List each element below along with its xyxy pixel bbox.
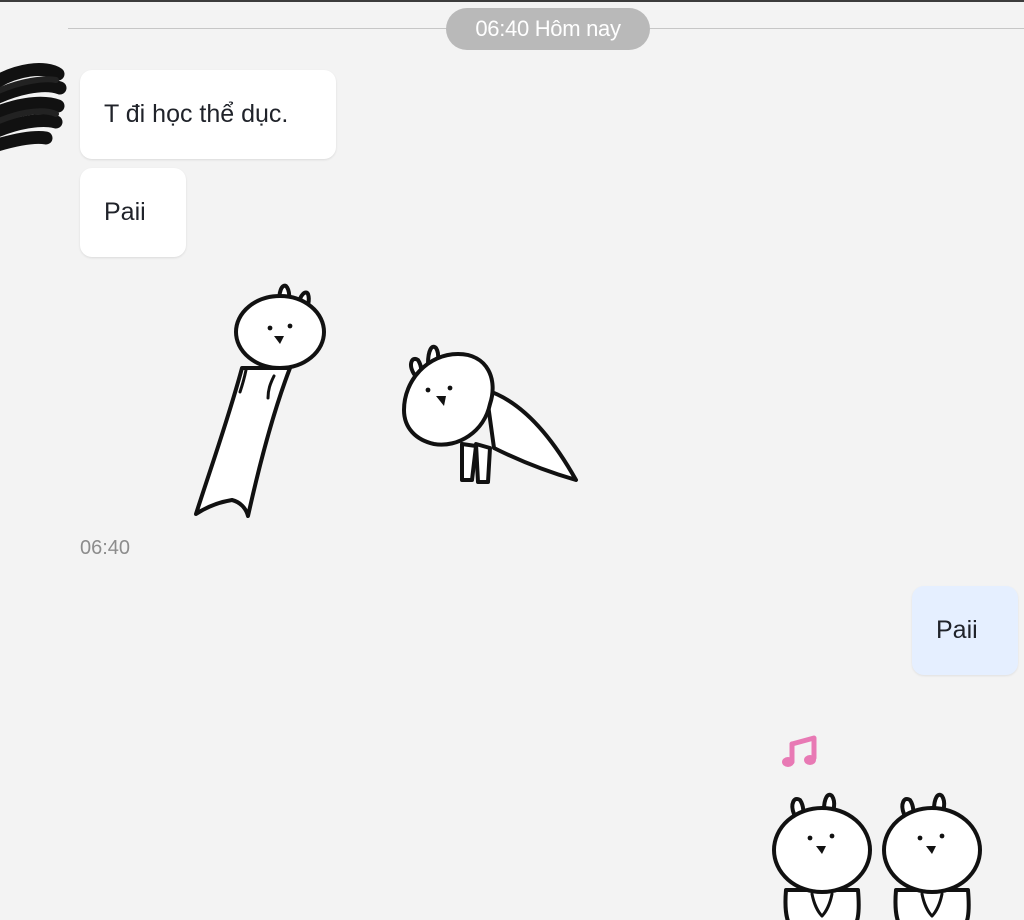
date-separator-pill: 06:40 Hôm nay (446, 8, 650, 50)
chat-view: 06:40 Hôm nay T đi học thể dục. Paii 06:… (0, 0, 1024, 920)
rabbit-stretch-sticker[interactable] (190, 280, 330, 522)
rabbit-duo-icon (772, 735, 982, 920)
music-note-icon (782, 735, 817, 767)
message-bubble-received[interactable]: Paii (80, 168, 186, 257)
rabbit-yoga-sticker[interactable] (398, 340, 586, 490)
rabbit-stretch-icon (194, 283, 326, 518)
message-text: T đi học thể dục. (104, 100, 289, 128)
rabbit-yoga-icon (402, 344, 578, 484)
message-text: Paii (104, 198, 146, 226)
contact-avatar[interactable] (0, 60, 67, 156)
message-text: Paii (936, 616, 978, 644)
avatar-scribble-icon (0, 63, 67, 152)
message-bubble-received[interactable]: T đi học thể dục. (80, 70, 336, 159)
message-timestamp: 06:40 (80, 537, 131, 559)
rabbit-duo-music-sticker[interactable] (764, 730, 988, 920)
message-bubble-sent[interactable]: Paii (912, 586, 1018, 675)
window-top-border (0, 0, 1024, 2)
